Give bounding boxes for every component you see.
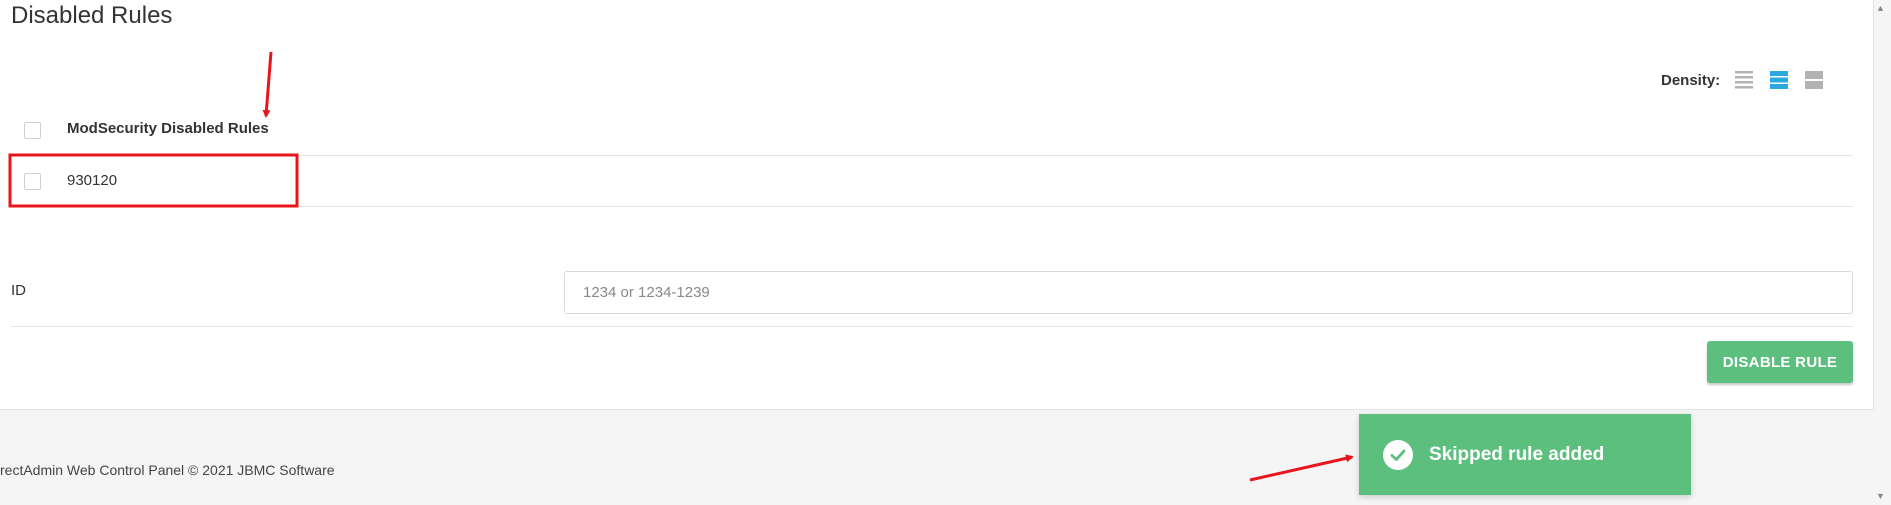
disable-rule-button[interactable]: DISABLE RULE bbox=[1707, 341, 1853, 383]
toast-notification[interactable]: Skipped rule added bbox=[1359, 414, 1691, 495]
id-input[interactable] bbox=[564, 271, 1853, 314]
header-divider bbox=[11, 155, 1853, 156]
row-checkbox[interactable] bbox=[24, 173, 41, 190]
density-compact-icon bbox=[1735, 71, 1754, 89]
density-normal-icon bbox=[1770, 71, 1789, 89]
select-all-checkbox[interactable] bbox=[24, 122, 41, 139]
footer-copyright: rectAdmin Web Control Panel © 2021 JBMC … bbox=[0, 462, 335, 478]
density-normal-button[interactable] bbox=[1769, 70, 1789, 90]
density-selector: Density: bbox=[1661, 70, 1839, 90]
density-comfortable-icon bbox=[1805, 71, 1824, 89]
page-title: Disabled Rules bbox=[11, 2, 173, 29]
row-divider bbox=[11, 206, 1853, 207]
id-label: ID bbox=[11, 282, 26, 299]
density-compact-button[interactable] bbox=[1734, 70, 1754, 90]
density-label: Density: bbox=[1661, 71, 1721, 89]
check-circle-icon bbox=[1383, 439, 1413, 470]
density-comfortable-button[interactable] bbox=[1804, 70, 1824, 90]
form-divider bbox=[11, 326, 1853, 327]
annotation-arrow-toast bbox=[1249, 454, 1354, 482]
toast-message: Skipped rule added bbox=[1429, 443, 1605, 465]
rule-id-cell: 930120 bbox=[67, 172, 118, 189]
scroll-up-arrow[interactable]: ▲ bbox=[1876, 3, 1885, 13]
column-header: ModSecurity Disabled Rules bbox=[67, 120, 269, 137]
main-panel: Disabled Rules Density: ModSecurity Disa… bbox=[0, 0, 1874, 410]
scroll-down-arrow[interactable]: ▼ bbox=[1876, 491, 1885, 501]
